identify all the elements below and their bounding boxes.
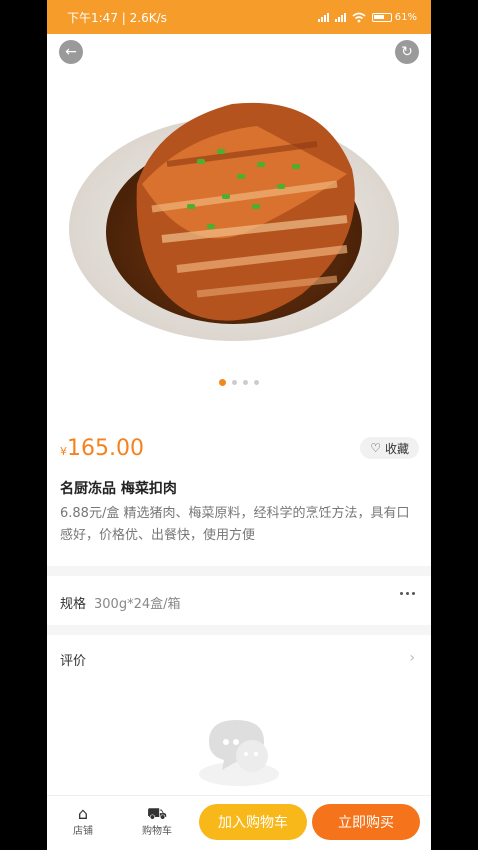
cart-tab[interactable]: ⛟ 购物车 bbox=[132, 804, 182, 837]
store-tab[interactable]: ⌂ 店铺 bbox=[58, 804, 108, 837]
gallery-indicator bbox=[47, 379, 431, 386]
heart-icon: ♡ bbox=[370, 441, 381, 455]
divider bbox=[47, 625, 431, 635]
buy-now-button[interactable]: 立即购买 bbox=[312, 804, 420, 840]
bottom-action-bar: ⌂ 店铺 ⛟ 购物车 加入购物车 立即购买 bbox=[47, 795, 431, 850]
product-price: ¥165.00 bbox=[60, 436, 144, 461]
status-time: 下午1:47 | 2.6K/s bbox=[67, 10, 167, 25]
phone-screen: 下午1:47 | 2.6K/s 61% ← ↻ ¥165.00 ♡ 收藏 名厨冻… bbox=[47, 0, 431, 850]
battery-level: 61% bbox=[394, 11, 417, 23]
spec-row[interactable]: 规格 300g*24盒/箱 bbox=[60, 593, 181, 612]
gallery-dot bbox=[232, 380, 237, 385]
reviews-label: 评价 bbox=[60, 654, 87, 669]
add-to-cart-button[interactable]: 加入购物车 bbox=[199, 804, 307, 840]
spec-label: 规格 bbox=[60, 597, 87, 612]
back-button[interactable]: ← bbox=[59, 40, 83, 64]
dish-image bbox=[69, 102, 399, 341]
currency-symbol: ¥ bbox=[60, 445, 67, 458]
cart-label: 购物车 bbox=[142, 826, 172, 837]
reviews-row[interactable]: 评价 bbox=[60, 650, 86, 669]
status-icons: 61% bbox=[317, 11, 417, 23]
store-label: 店铺 bbox=[73, 826, 93, 837]
gallery-dot bbox=[254, 380, 259, 385]
wifi-icon bbox=[352, 12, 366, 22]
favorite-label: 收藏 bbox=[384, 441, 409, 456]
product-description: 6.88元/盒 精选猪肉、梅菜原料，经科学的烹饪方法，具有口感好，价格优、出餐快… bbox=[60, 506, 410, 543]
favorite-button[interactable]: ♡ 收藏 bbox=[360, 437, 419, 459]
spec-value: 300g*24盒/箱 bbox=[94, 597, 181, 612]
divider bbox=[47, 566, 431, 576]
battery-icon bbox=[371, 12, 392, 22]
gallery-dot bbox=[219, 379, 226, 386]
more-icon[interactable] bbox=[400, 592, 415, 595]
product-title: 名厨冻品 梅菜扣肉 bbox=[60, 481, 177, 497]
store-icon: ⌂ bbox=[77, 804, 89, 823]
status-bar: 下午1:47 | 2.6K/s 61% bbox=[47, 0, 431, 34]
product-image-gallery[interactable]: ← ↻ bbox=[47, 34, 431, 394]
share-button[interactable]: ↻ bbox=[395, 40, 419, 64]
empty-reviews-icon bbox=[199, 720, 279, 786]
price-value: 165.00 bbox=[67, 436, 144, 461]
gallery-dot bbox=[243, 380, 248, 385]
signal-icon bbox=[334, 12, 346, 22]
signal-icon bbox=[317, 12, 329, 22]
cart-icon: ⛟ bbox=[146, 804, 168, 823]
chevron-right-icon[interactable]: › bbox=[409, 650, 415, 666]
